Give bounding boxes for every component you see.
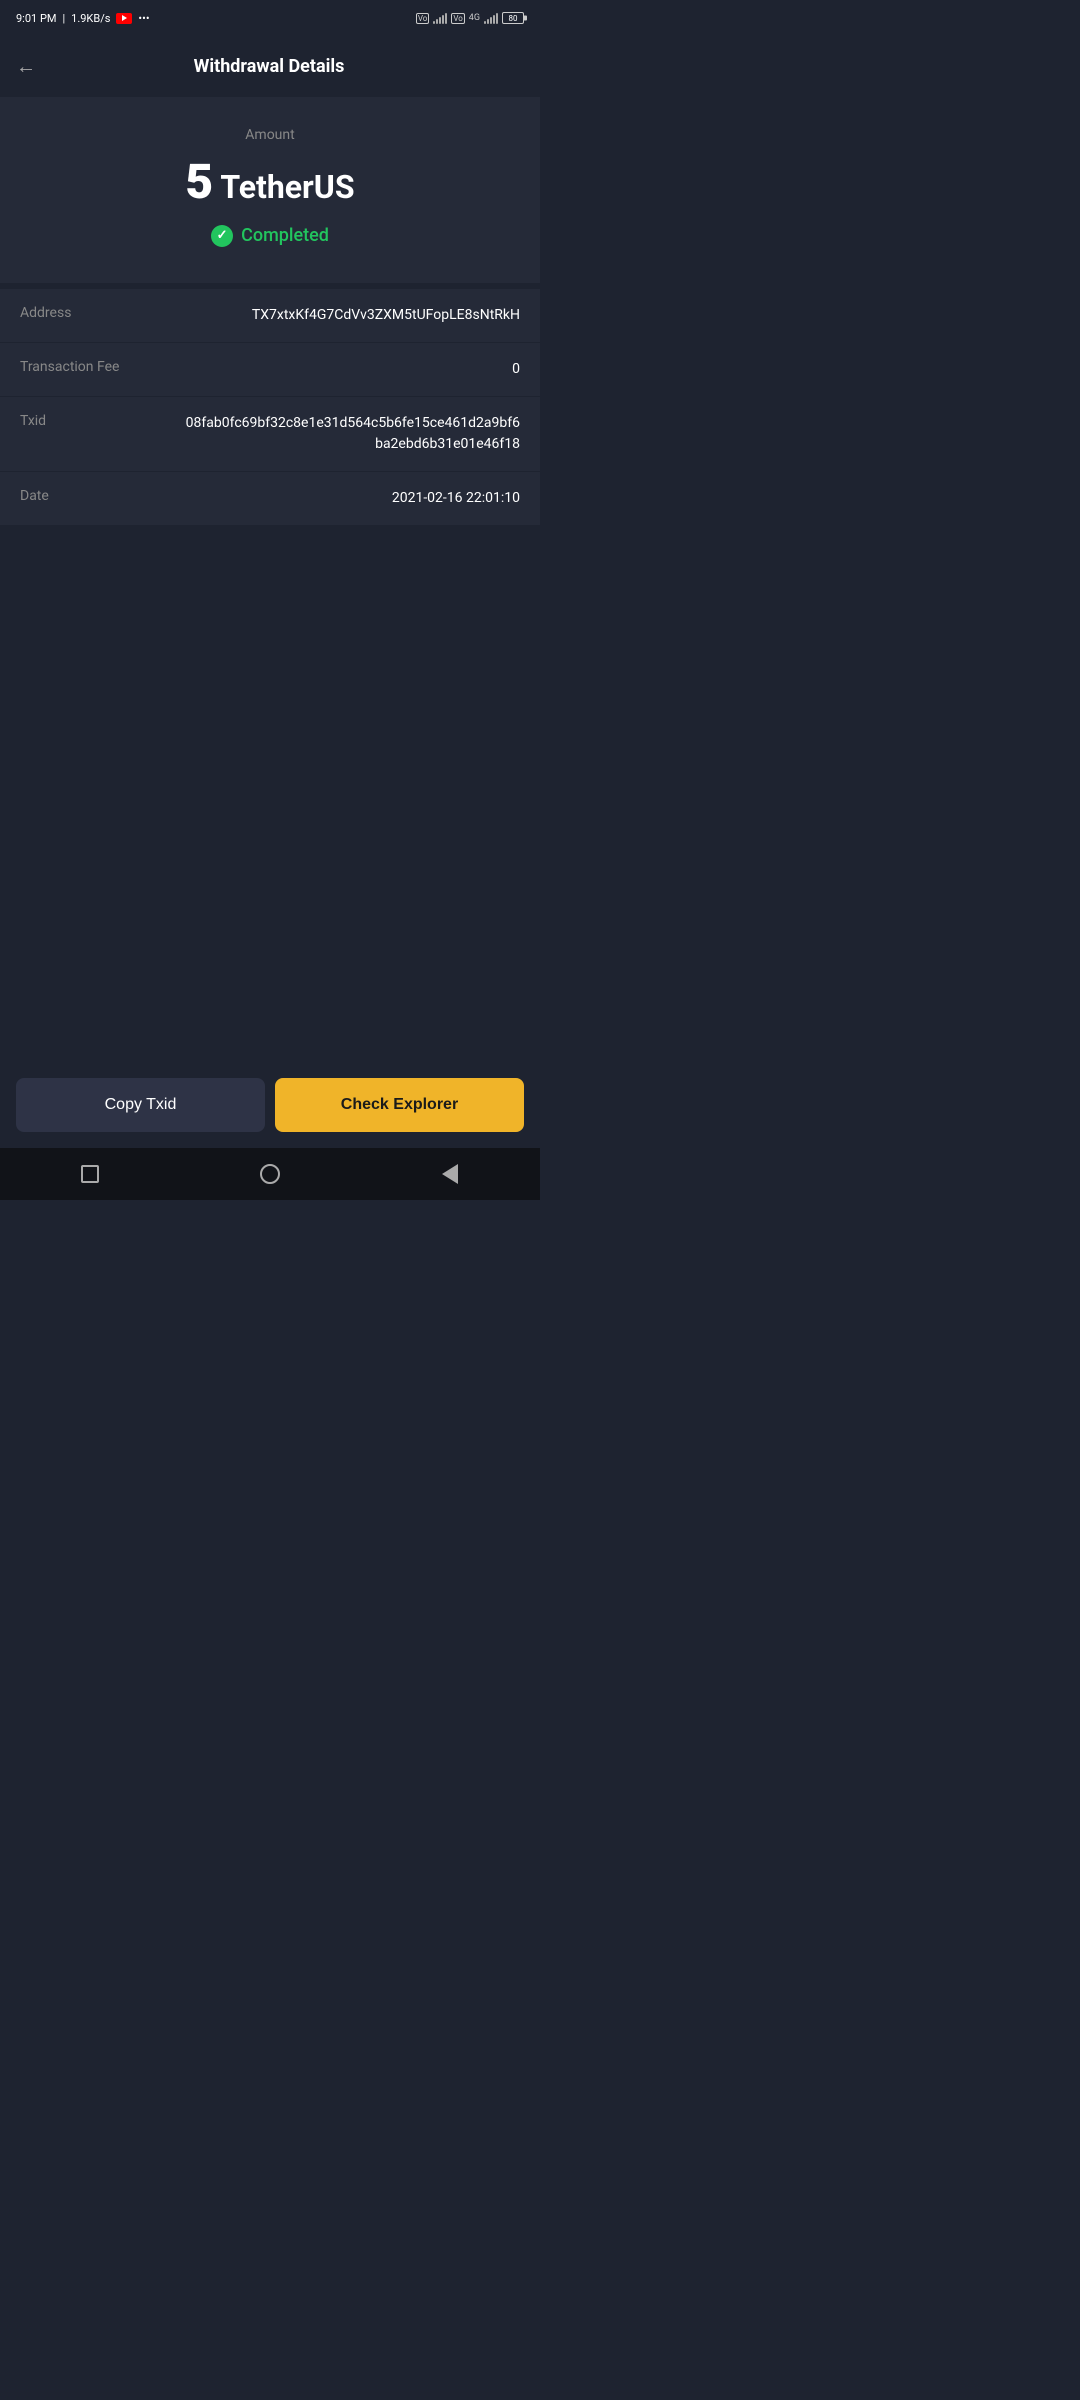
amount-section: Amount 5 TetherUS Completed: [0, 97, 540, 283]
battery-level: 80: [509, 14, 518, 23]
nav-home-button[interactable]: [258, 1162, 282, 1186]
youtube-icon: [116, 13, 132, 24]
back-button[interactable]: ←: [16, 50, 44, 83]
page-title: Withdrawal Details: [44, 56, 494, 77]
check-circle-icon: [211, 225, 233, 247]
fee-label: Transaction Fee: [20, 359, 120, 375]
dots: •••: [138, 12, 149, 25]
copy-txid-button[interactable]: Copy Txid: [16, 1078, 265, 1132]
check-explorer-button[interactable]: Check Explorer: [275, 1078, 524, 1132]
nav-square-button[interactable]: [78, 1162, 102, 1186]
address-label: Address: [20, 305, 120, 321]
status-bar-right: Vo Vo 4G 80: [416, 12, 524, 24]
bottom-buttons: Copy Txid Check Explorer: [0, 1066, 540, 1148]
battery-icon: 80: [502, 12, 524, 24]
status-badge: Completed: [211, 225, 329, 247]
details-section: Address TX7xtxKf4G7CdVv3ZXM5tUFopLE8sNtR…: [0, 289, 540, 525]
date-label: Date: [20, 488, 120, 504]
time-display: 9:01 PM: [16, 12, 56, 25]
amount-number: 5: [185, 153, 213, 210]
address-value: TX7xtxKf4G7CdVv3ZXM5tUFopLE8sNtRkH: [252, 305, 520, 326]
4g-badge: 4G: [469, 13, 480, 23]
square-icon: [81, 1165, 99, 1183]
speed-display: 1.9KB/s: [71, 12, 110, 25]
fee-value: 0: [512, 359, 520, 380]
nav-back-button[interactable]: [438, 1162, 462, 1186]
amount-currency: TetherUS: [220, 168, 354, 206]
circle-icon: [260, 1164, 280, 1184]
date-value: 2021-02-16 22:01:10: [392, 488, 520, 509]
separator: |: [62, 12, 65, 25]
txid-value: 08fab0fc69bf32c8e1e31d564c5b6fe15ce461d2…: [180, 413, 520, 455]
txid-row: Txid 08fab0fc69bf32c8e1e31d564c5b6fe15ce…: [0, 397, 540, 472]
triangle-icon: [442, 1164, 458, 1184]
header: ← Withdrawal Details: [0, 36, 540, 97]
vo-lte-badge: Vo: [416, 13, 429, 24]
vo-lte-badge-2: Vo: [451, 13, 464, 24]
status-label: Completed: [241, 225, 329, 246]
fee-row: Transaction Fee 0: [0, 343, 540, 397]
txid-label: Txid: [20, 413, 120, 429]
address-row: Address TX7xtxKf4G7CdVv3ZXM5tUFopLE8sNtR…: [0, 289, 540, 343]
amount-display: 5 TetherUS: [20, 153, 520, 210]
status-bar: 9:01 PM | 1.9KB/s ••• Vo Vo 4G 80: [0, 0, 540, 36]
date-row: Date 2021-02-16 22:01:10: [0, 472, 540, 525]
signal-bars-2: [484, 12, 498, 24]
nav-bar: [0, 1148, 540, 1200]
signal-bars-1: [433, 12, 447, 24]
status-bar-left: 9:01 PM | 1.9KB/s •••: [16, 12, 150, 25]
content-spacer: [0, 525, 540, 1067]
amount-label: Amount: [20, 127, 520, 143]
